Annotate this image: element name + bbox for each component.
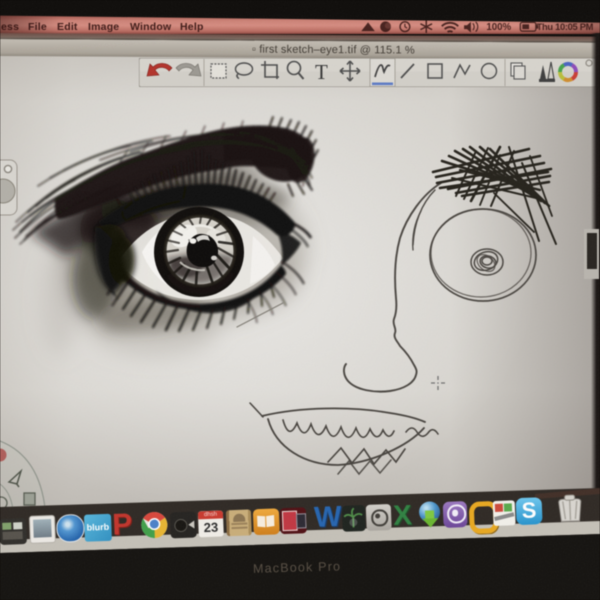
- svg-text:T: T: [315, 60, 328, 84]
